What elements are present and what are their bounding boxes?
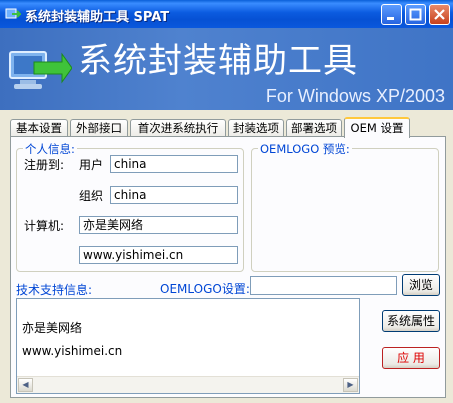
org-label: 组织 [79,189,104,203]
computer-logo-icon [9,51,72,89]
minimize-icon [387,17,394,20]
system-properties-button[interactable]: 系统属性 [382,310,440,332]
apply-button[interactable]: 应 用 [382,347,440,369]
personal-info-legend: 个人信息: [23,141,77,157]
oemlogo-path-field[interactable] [250,276,397,295]
tab-oem-settings[interactable]: OEM 设置 [344,117,410,138]
app-icon [5,8,21,19]
support-info-label: 技术支持信息: [16,283,93,297]
computer-field[interactable]: 亦是美网络 [79,216,238,234]
window-title: 系统封装辅助工具 SPAT [25,10,170,25]
support-line-2: www.yishimei.cn [22,344,123,358]
maximize-icon [409,8,422,21]
org-field[interactable]: china [110,186,238,204]
oemlogo-preview-group: OEMLOGO 预览: [251,141,439,272]
banner-subtitle: For Windows XP/2003 [265,86,445,106]
tab-basic-settings[interactable]: 基本设置 [10,119,68,137]
minimize-button[interactable] [381,4,402,25]
horizontal-scrollbar[interactable]: ◀ ▶ [17,376,359,393]
tab-first-run[interactable]: 首次进系统执行 [130,119,226,137]
scroll-right-icon[interactable]: ▶ [343,378,358,392]
scroll-left-icon[interactable]: ◀ [18,378,33,392]
tab-external-interface[interactable]: 外部接口 [70,119,128,137]
close-icon [434,9,445,20]
app-window: 系统封装辅助工具 SPAT 系统封装辅助工具 For Windows XP/20… [0,0,453,403]
user-label: 用户 [79,158,104,172]
oemlogo-setting-label: OEMLOGO设置: [160,282,250,296]
tab-deploy-options[interactable]: 部署选项 [286,119,342,137]
tab-package-options[interactable]: 封装选项 [228,119,284,137]
user-field[interactable]: china [110,155,238,173]
header-banner: 系统封装辅助工具 For Windows XP/2003 [0,28,453,110]
registered-label: 注册到: [24,158,65,172]
computer-label: 计算机: [24,219,65,233]
banner-title: 系统封装辅助工具 [78,41,358,81]
support-line-1: 亦是美网络 [22,321,83,335]
url-field[interactable]: www.yishimei.cn [79,246,238,264]
browse-button[interactable]: 浏览 [402,274,440,296]
oemlogo-preview-legend: OEMLOGO 预览: [258,141,352,157]
support-info-textarea[interactable]: 亦是美网络 www.yishimei.cn ◀ ▶ [16,298,360,394]
title-bar[interactable]: 系统封装辅助工具 SPAT [0,0,453,28]
close-button[interactable] [429,4,450,25]
maximize-button[interactable] [405,4,426,25]
